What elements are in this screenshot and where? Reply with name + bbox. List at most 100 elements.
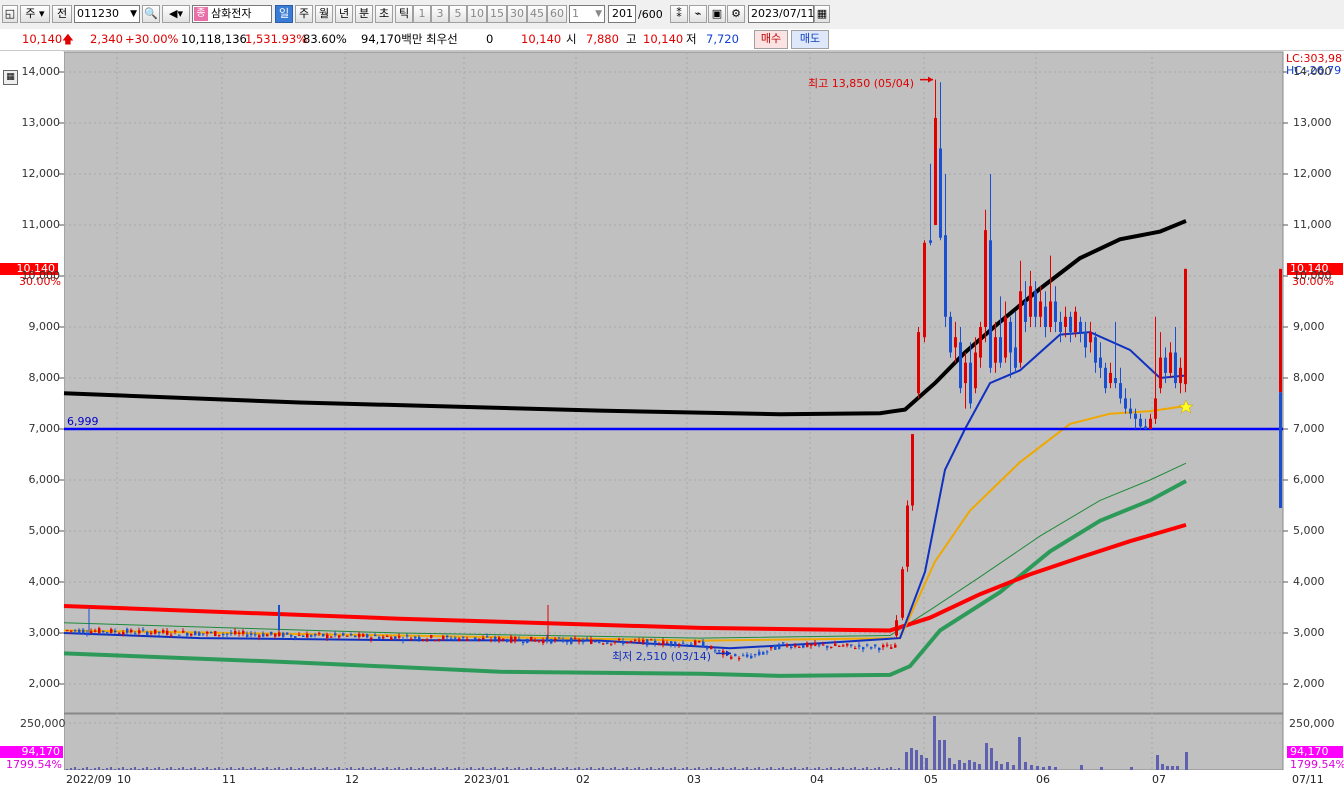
candle-body bbox=[870, 647, 873, 649]
candle-body bbox=[370, 637, 373, 640]
speaker-icon[interactable]: ◀▾ bbox=[162, 5, 190, 23]
interval-60-button[interactable]: 60 bbox=[547, 5, 567, 23]
candle-body bbox=[178, 634, 181, 636]
low-annotation: 최저 2,510 (03/14) bbox=[612, 650, 712, 663]
stock-name-field[interactable]: 종 삼화전자 bbox=[192, 5, 272, 23]
candle-body bbox=[626, 641, 629, 644]
interval-15-button[interactable]: 15 bbox=[487, 5, 507, 23]
candle-body bbox=[410, 638, 413, 641]
save-icon[interactable]: ▣ bbox=[708, 5, 726, 23]
candle-body bbox=[778, 644, 781, 649]
y-tick-label-left: 3,000 bbox=[28, 626, 61, 639]
period-day-button[interactable]: 일 bbox=[275, 5, 293, 23]
open-label: 시 bbox=[566, 32, 577, 46]
candle-body bbox=[338, 635, 341, 638]
volume-bar bbox=[690, 769, 692, 770]
candle-body bbox=[674, 641, 677, 646]
candle-body bbox=[458, 638, 461, 641]
volume-bar bbox=[282, 769, 284, 770]
date-input[interactable]: 2023/07/11 bbox=[748, 5, 814, 23]
interval-10-button[interactable]: 10 bbox=[467, 5, 487, 23]
stock-code-input[interactable]: 011230 ▼ bbox=[74, 5, 140, 23]
period-week-button[interactable]: 주 bbox=[295, 5, 313, 23]
candle-body bbox=[854, 648, 857, 650]
candle-body bbox=[578, 639, 581, 642]
candle-body bbox=[710, 645, 713, 649]
volume-bar bbox=[582, 769, 584, 770]
candle-body bbox=[498, 637, 501, 642]
candle-body bbox=[342, 633, 345, 636]
period-minute-button[interactable]: 분 bbox=[355, 5, 373, 23]
candle-body bbox=[74, 630, 77, 632]
candle-body bbox=[1134, 413, 1137, 419]
period-dropdown-label: 주 bbox=[25, 7, 36, 20]
candle-body bbox=[614, 641, 617, 643]
candle-body bbox=[969, 362, 972, 404]
volume-bar bbox=[150, 769, 152, 770]
candle-body bbox=[894, 644, 897, 648]
period-second-button[interactable]: 초 bbox=[375, 5, 393, 23]
volume-bar bbox=[206, 767, 208, 770]
volume-bar bbox=[1100, 767, 1103, 770]
volume-bar bbox=[1036, 766, 1039, 770]
period-tick-button[interactable]: 틱 bbox=[395, 5, 413, 23]
period-year-button[interactable]: 년 bbox=[335, 5, 353, 23]
candle-body bbox=[1014, 347, 1017, 368]
period-dropdown[interactable]: 주 ▾ bbox=[20, 5, 50, 23]
calendar-icon[interactable]: ▦ bbox=[814, 5, 830, 23]
volume-bar bbox=[510, 769, 512, 770]
price-chart[interactable] bbox=[0, 51, 1344, 796]
chevron-down-icon[interactable]: ▼ bbox=[595, 6, 602, 22]
volume-bar bbox=[858, 769, 860, 770]
search-icon[interactable]: 🔍 bbox=[142, 5, 160, 23]
volume-bar bbox=[138, 769, 140, 770]
count-input[interactable]: 201 bbox=[608, 5, 636, 23]
volume-bar bbox=[106, 768, 108, 770]
volume-bar bbox=[1054, 767, 1057, 770]
volume-bar bbox=[650, 767, 652, 770]
x-tick-label: 05 bbox=[924, 773, 938, 786]
sell-button[interactable]: 매도 bbox=[791, 30, 829, 49]
interval-45-button[interactable]: 45 bbox=[527, 5, 547, 23]
interval-30-button[interactable]: 30 bbox=[507, 5, 527, 23]
volume-bar bbox=[590, 767, 592, 770]
best-bid-label: 최우선 bbox=[426, 32, 458, 46]
volume-bar bbox=[534, 769, 536, 770]
volume-bar bbox=[418, 768, 420, 770]
draw-tool-icon[interactable]: ⌁ bbox=[689, 5, 707, 23]
volume-bar bbox=[802, 768, 804, 770]
candle-body bbox=[1149, 418, 1152, 429]
volume-bar bbox=[666, 769, 668, 770]
volume-bar bbox=[578, 767, 580, 770]
volume-bar bbox=[606, 769, 608, 770]
chevron-down-icon[interactable]: ▼ bbox=[130, 6, 137, 22]
interval-input[interactable]: 1 ▼ bbox=[569, 5, 605, 23]
gear-icon[interactable]: ⚙ bbox=[727, 5, 745, 23]
volume-bar bbox=[366, 769, 368, 770]
interval-3-button[interactable]: 3 bbox=[431, 5, 449, 23]
candle-body bbox=[294, 636, 297, 638]
layout-icon[interactable]: ◱ bbox=[2, 5, 18, 23]
volume-bar bbox=[226, 768, 228, 770]
interval-1-button[interactable]: 1 bbox=[413, 5, 431, 23]
candle-body bbox=[474, 637, 477, 640]
chart-type-icon[interactable]: ⁑ bbox=[670, 5, 688, 23]
period-month-button[interactable]: 월 bbox=[315, 5, 333, 23]
up-arrow-icon: 🡅 bbox=[62, 32, 74, 46]
candle-body bbox=[678, 644, 681, 646]
high-label: 고 bbox=[626, 32, 637, 46]
volume-bar bbox=[502, 768, 504, 770]
volume-bar bbox=[414, 769, 416, 770]
candle-body bbox=[226, 633, 229, 635]
buy-button[interactable]: 매수 bbox=[754, 30, 788, 49]
interval-5-button[interactable]: 5 bbox=[449, 5, 467, 23]
volume-bar bbox=[178, 768, 180, 770]
market-button[interactable]: 전 bbox=[52, 5, 72, 23]
volume-bar bbox=[398, 767, 400, 770]
candle-body bbox=[502, 638, 505, 641]
candle-body bbox=[378, 637, 381, 639]
volume-bar bbox=[866, 767, 868, 770]
volume-bar bbox=[306, 769, 308, 770]
chart-area[interactable] bbox=[0, 51, 1344, 796]
volume-bar bbox=[294, 769, 296, 770]
